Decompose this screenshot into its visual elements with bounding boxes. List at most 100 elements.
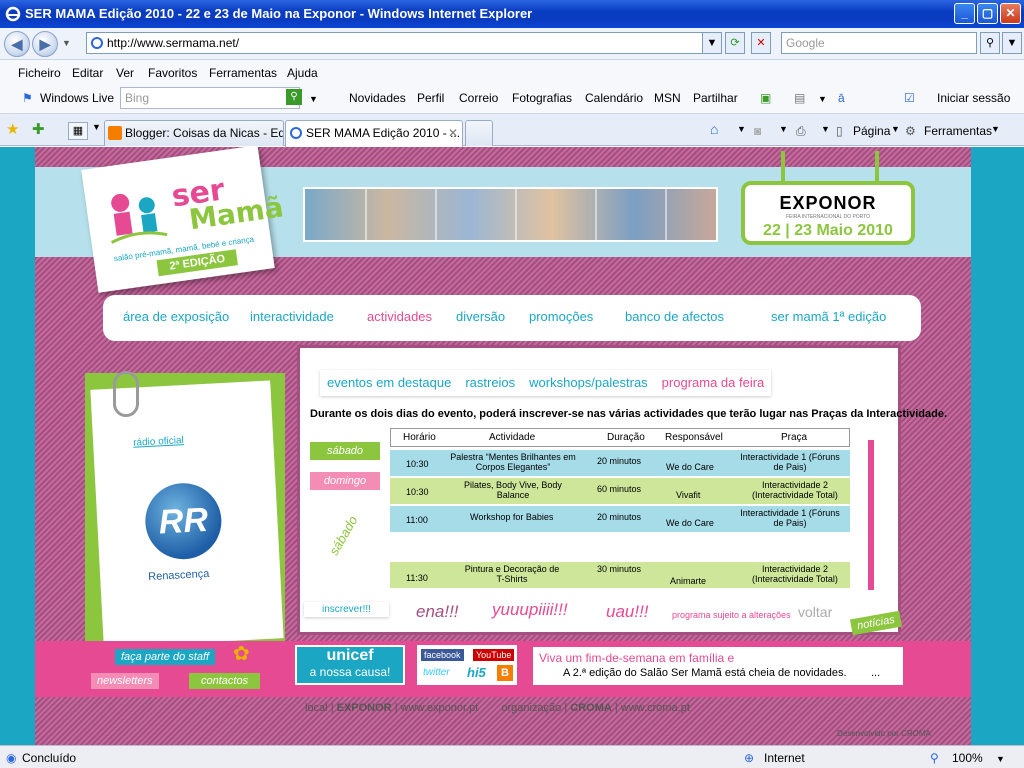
quick-tabs-icon[interactable]: ▦: [68, 122, 88, 140]
blogger-link-icon[interactable]: B: [497, 665, 513, 681]
print-icon[interactable]: ⎙: [796, 124, 806, 139]
table-row[interactable]: 10:30 Palestra “Mentes Brilhantes em Cor…: [390, 450, 850, 476]
tools-dropdown-icon[interactable]: ▼: [991, 124, 1000, 134]
live-link-perfil[interactable]: Perfil: [417, 91, 444, 105]
live-link-fotografias[interactable]: Fotografias: [512, 91, 572, 105]
nav-promocoes[interactable]: promoções: [529, 309, 593, 324]
table-row[interactable]: 11:00 Workshop for Babies 20 minutos We …: [390, 506, 850, 532]
live-link-novidades[interactable]: Novidades: [349, 91, 406, 105]
home-dropdown-icon[interactable]: ▼: [737, 124, 746, 134]
live-link-msn[interactable]: MSN: [654, 91, 681, 105]
feeds-icon[interactable]: ◙: [754, 124, 761, 138]
subnav-programa[interactable]: programa da feira: [655, 370, 772, 395]
favorites-star-icon[interactable]: ★: [6, 120, 19, 138]
twitter-link[interactable]: twitter: [423, 667, 450, 678]
nav-banco-afectos[interactable]: banco de afectos: [625, 309, 724, 324]
tab-close-icon[interactable]: ✕: [448, 126, 458, 140]
contacts-dropdown-icon[interactable]: ▼: [818, 94, 827, 104]
nav-interactividade[interactable]: interactividade: [250, 309, 334, 324]
ena-text: ena!!!: [416, 602, 459, 621]
sermama-logo[interactable]: ser Mamã salão pré-mamã, mamã, bebé e cr…: [81, 147, 285, 293]
radio-card-inner: rádio oficial RR Renascença: [90, 380, 284, 648]
tools-gear-icon[interactable]: ⚙: [905, 124, 916, 138]
hi5-link[interactable]: hi5: [467, 665, 486, 680]
page-menu[interactable]: Página: [853, 124, 890, 138]
contacts-icon[interactable]: ▤: [794, 91, 805, 105]
zoom-icon[interactable]: ⚲: [930, 751, 939, 765]
viva-more[interactable]: ...: [871, 667, 880, 679]
bing-dropdown-icon[interactable]: ▼: [309, 94, 318, 104]
history-dropdown-icon[interactable]: ▼: [62, 38, 71, 48]
day-sabado-button[interactable]: sábado: [310, 442, 380, 460]
nav-area-exposicao[interactable]: área de exposição: [123, 309, 229, 324]
inscrever-button[interactable]: inscrever!!!: [304, 602, 389, 617]
back-button[interactable]: ◀: [4, 31, 30, 57]
day-domingo-button[interactable]: domingo: [310, 472, 380, 490]
table-row[interactable]: 11:30 Pintura e Decoração de T-Shirts 30…: [390, 562, 850, 588]
footer-exponor[interactable]: EXPONOR: [337, 702, 392, 714]
nav-ser-mama-1-edicao[interactable]: ser mamã 1ª edição: [771, 309, 886, 324]
menu-editar[interactable]: Editar: [72, 66, 103, 80]
unicef-banner[interactable]: unicef a nossa causa!: [295, 645, 405, 685]
tools-menu[interactable]: Ferramentas: [924, 124, 992, 138]
add-favorite-icon[interactable]: ✚: [32, 120, 45, 138]
renascenca-logo-icon[interactable]: RR: [143, 481, 224, 562]
minimize-button[interactable]: _: [954, 3, 975, 24]
address-dropdown-icon[interactable]: ▼: [702, 32, 722, 54]
subnav-workshops[interactable]: workshops/palestras: [522, 370, 655, 395]
table-row[interactable]: 10:30 Pilates, Body Vive, Body Balance 6…: [390, 478, 850, 504]
refresh-icon[interactable]: ⟳: [725, 32, 745, 54]
menu-ver[interactable]: Ver: [116, 66, 134, 80]
nav-actividades[interactable]: actividades: [367, 309, 432, 324]
menu-ficheiro[interactable]: Ficheiro: [18, 66, 61, 80]
zoom-level[interactable]: 100%: [952, 751, 983, 765]
new-tab-button[interactable]: [465, 120, 493, 146]
bing-search-icon[interactable]: ⚲: [286, 89, 302, 105]
page-menu-dropdown-icon[interactable]: ▼: [891, 124, 900, 134]
page-menu-icon[interactable]: ▯: [836, 124, 843, 138]
translate-icon[interactable]: ā: [838, 91, 845, 105]
subnav-rastreios[interactable]: rastreios: [458, 370, 522, 395]
footer-exponor-url[interactable]: www.exponor.pt: [401, 702, 479, 714]
address-input[interactable]: http://www.sermama.net/: [86, 32, 718, 54]
live-link-partilhar[interactable]: Partilhar: [693, 91, 738, 105]
newsletters-link[interactable]: newsletters: [91, 673, 159, 689]
renascenca-label[interactable]: Renascença: [148, 568, 210, 583]
tab-list-dropdown-icon[interactable]: ▼: [92, 122, 101, 132]
developed-by[interactable]: Desenvolvido por CROMA: [837, 729, 931, 738]
home-icon[interactable]: ⌂: [710, 121, 718, 137]
share-icon[interactable]: ▣: [760, 91, 771, 105]
close-button[interactable]: ✕: [1000, 3, 1021, 24]
subnav-eventos[interactable]: eventos em destaque: [320, 370, 458, 395]
youtube-link[interactable]: YouTube: [473, 649, 515, 661]
maximize-button[interactable]: ▢: [977, 3, 998, 24]
contactos-link[interactable]: contactos: [189, 673, 261, 689]
bing-search-input[interactable]: Bing: [120, 87, 300, 109]
forward-button[interactable]: ▶: [32, 31, 58, 57]
exponor-sign[interactable]: EXPONOR FEIRA INTERNACIONAL DO PORTO 22 …: [741, 181, 915, 245]
zoom-dropdown-icon[interactable]: ▼: [996, 754, 1005, 764]
search-input[interactable]: Google: [781, 32, 977, 54]
search-icon[interactable]: ⚲: [980, 32, 1000, 54]
windows-live-label[interactable]: Windows Live: [40, 91, 114, 105]
tab-sermama[interactable]: SER MAMA Edição 2010 - ... ✕: [285, 120, 463, 147]
feeds-dropdown-icon[interactable]: ▼: [779, 124, 788, 134]
menu-ajuda[interactable]: Ajuda: [287, 66, 318, 80]
nav-diversao[interactable]: diversão: [456, 309, 505, 324]
tab-blogger[interactable]: Blogger: Coisas da Nicas - Ed...: [104, 120, 284, 146]
checkbox-icon[interactable]: ☑: [904, 91, 915, 105]
search-options-icon[interactable]: ▼: [1002, 32, 1022, 54]
signin-link[interactable]: Iniciar sessão: [937, 91, 1010, 105]
print-dropdown-icon[interactable]: ▼: [821, 124, 830, 134]
live-link-calendario[interactable]: Calendário: [585, 91, 643, 105]
footer-croma[interactable]: CROMA: [570, 702, 612, 714]
scroll-bar-pink[interactable]: [868, 440, 874, 590]
facebook-link[interactable]: facebook: [421, 649, 464, 661]
stop-icon[interactable]: ✕: [751, 32, 771, 54]
menu-favoritos[interactable]: Favoritos: [148, 66, 197, 80]
menu-ferramentas[interactable]: Ferramentas: [209, 66, 277, 80]
staff-link[interactable]: faça parte do staff: [115, 649, 216, 665]
footer-croma-url[interactable]: www.croma.pt: [621, 702, 690, 714]
live-link-correio[interactable]: Correio: [459, 91, 498, 105]
voltar-link[interactable]: voltar: [798, 604, 832, 620]
